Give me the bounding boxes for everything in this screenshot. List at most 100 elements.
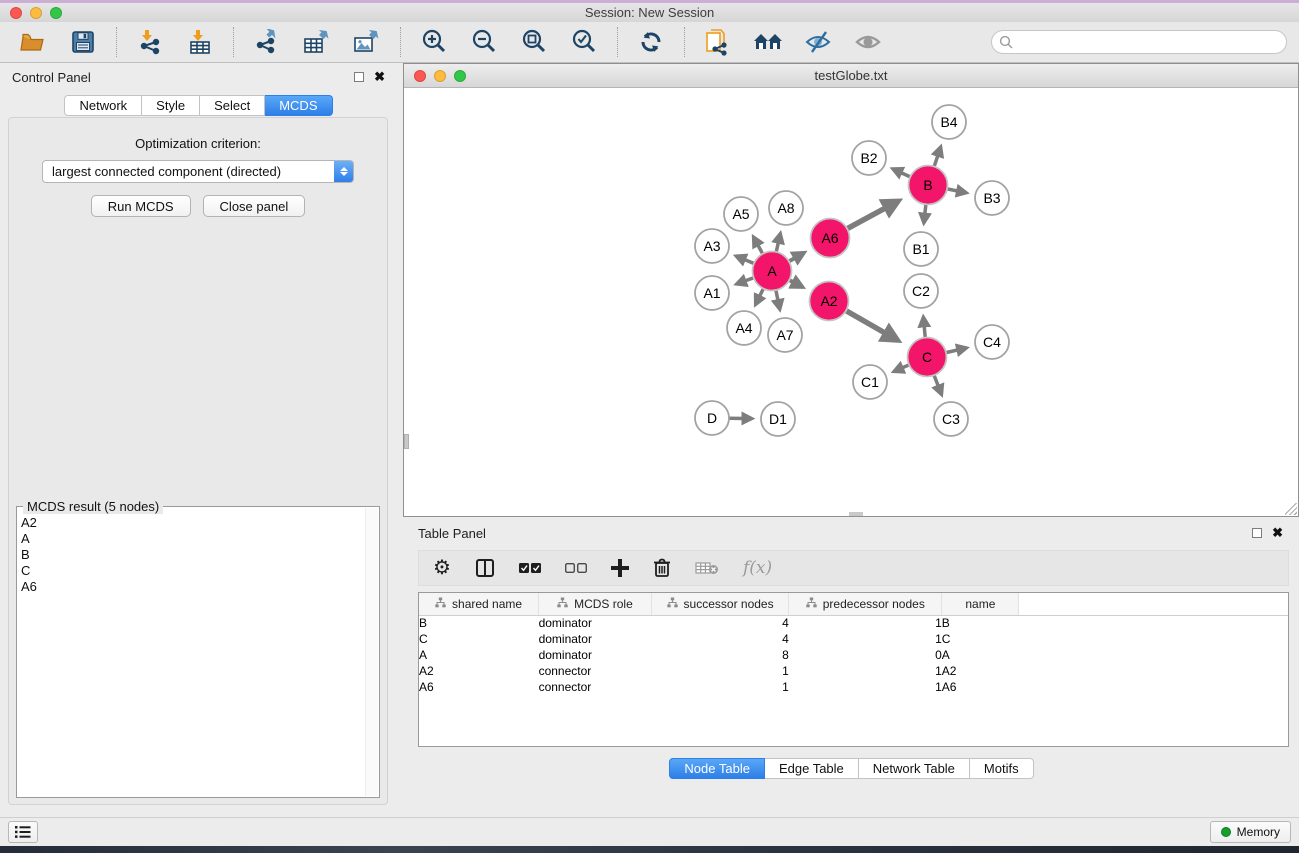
cell-successor-nodes[interactable]: 8: [651, 647, 789, 663]
node-A[interactable]: A: [753, 252, 792, 291]
node-A6[interactable]: A6: [811, 219, 850, 258]
table-settings-gear-icon[interactable]: ⚙: [433, 556, 451, 580]
float-panel-icon[interactable]: [354, 72, 364, 82]
mcds-result-item[interactable]: A: [21, 531, 365, 547]
tab-network[interactable]: Network: [64, 95, 142, 116]
column-header-MCDS-role[interactable]: MCDS role: [539, 593, 652, 615]
refresh-icon[interactable]: [636, 27, 666, 57]
node-B2[interactable]: B2: [852, 141, 886, 175]
node-A7[interactable]: A7: [768, 318, 802, 352]
cell-shared-name[interactable]: A6: [419, 679, 539, 695]
close-panel-icon[interactable]: ✖: [374, 72, 385, 82]
edge-C-C1[interactable]: [894, 365, 909, 372]
cell-MCDS-role[interactable]: dominator: [539, 647, 652, 663]
node-A4[interactable]: A4: [727, 311, 761, 345]
node-A3[interactable]: A3: [695, 229, 729, 263]
node-A5[interactable]: A5: [724, 197, 758, 231]
cell-name[interactable]: B: [942, 615, 1019, 631]
column-header-shared-name[interactable]: shared name: [419, 593, 539, 615]
cell-MCDS-role[interactable]: connector: [539, 679, 652, 695]
node-B4[interactable]: B4: [932, 105, 966, 139]
open-file-icon[interactable]: [18, 27, 48, 57]
import-network-icon[interactable]: [135, 27, 165, 57]
cell-shared-name[interactable]: B: [419, 615, 539, 631]
edge-A-A3[interactable]: [736, 256, 754, 263]
cell-predecessor-nodes[interactable]: 1: [789, 663, 942, 679]
add-column-icon[interactable]: [611, 556, 629, 580]
memory-button[interactable]: Memory: [1210, 821, 1291, 843]
cell-name[interactable]: A6: [942, 679, 1019, 695]
hide-selected-icon[interactable]: [803, 27, 833, 57]
search-field[interactable]: [991, 30, 1287, 54]
cell-successor-nodes[interactable]: 1: [651, 679, 789, 695]
export-image-icon[interactable]: [352, 27, 382, 57]
table-row[interactable]: Cdominator41C: [419, 631, 1288, 647]
show-all-icon[interactable]: [853, 27, 883, 57]
close-panel-button[interactable]: Close panel: [203, 195, 306, 217]
node-C[interactable]: C: [908, 338, 947, 377]
mcds-list-scrollbar[interactable]: [365, 508, 378, 796]
edge-A-A5[interactable]: [753, 237, 762, 254]
cell-name[interactable]: C: [942, 631, 1019, 647]
network-from-file-icon[interactable]: [703, 27, 733, 57]
horizontal-scroll-thumb[interactable]: [849, 512, 863, 516]
cell-MCDS-role[interactable]: dominator: [539, 631, 652, 647]
cell-MCDS-role[interactable]: connector: [539, 663, 652, 679]
tab-style[interactable]: Style: [142, 95, 200, 116]
node-D1[interactable]: D1: [761, 402, 795, 436]
zoom-selected-icon[interactable]: [569, 27, 599, 57]
node-C3[interactable]: C3: [934, 402, 968, 436]
cell-predecessor-nodes[interactable]: 1: [789, 615, 942, 631]
zoom-out-icon[interactable]: [469, 27, 499, 57]
tab-node-table[interactable]: Node Table: [669, 758, 765, 779]
edge-A-A7[interactable]: [776, 290, 780, 309]
table-row[interactable]: A2connector11A2: [419, 663, 1288, 679]
mcds-result-item[interactable]: B: [21, 547, 365, 563]
select-all-icon[interactable]: [519, 556, 541, 580]
edge-C-C4[interactable]: [946, 348, 967, 353]
criterion-dropdown[interactable]: largest connected component (directed): [42, 160, 354, 183]
edge-B-B3[interactable]: [947, 189, 966, 193]
node-C4[interactable]: C4: [975, 325, 1009, 359]
edge-C-C2[interactable]: [923, 317, 925, 338]
cell-name[interactable]: A: [942, 647, 1019, 663]
cell-successor-nodes[interactable]: 4: [651, 615, 789, 631]
cell-shared-name[interactable]: A2: [419, 663, 539, 679]
function-builder-icon[interactable]: f(x): [743, 556, 772, 580]
cell-name[interactable]: A2: [942, 663, 1019, 679]
table-row[interactable]: Bdominator41B: [419, 615, 1288, 631]
column-header-predecessor-nodes[interactable]: predecessor nodes: [789, 593, 942, 615]
resize-grip[interactable]: [1285, 503, 1297, 515]
home-layout-icon[interactable]: [753, 27, 783, 57]
task-history-button[interactable]: [8, 821, 38, 843]
vertical-scroll-thumb[interactable]: [404, 434, 409, 449]
tab-edge-table[interactable]: Edge Table: [765, 758, 859, 779]
delete-column-trash-icon[interactable]: [653, 556, 671, 580]
mcds-result-list[interactable]: A2ABCA6: [21, 515, 365, 795]
edge-A-A1[interactable]: [737, 278, 754, 284]
mcds-result-item[interactable]: C: [21, 563, 365, 579]
node-B1[interactable]: B1: [904, 232, 938, 266]
tab-motifs[interactable]: Motifs: [970, 758, 1034, 779]
edge-C-C3[interactable]: [934, 375, 942, 394]
cell-predecessor-nodes[interactable]: 1: [789, 679, 942, 695]
edge-A-A8[interactable]: [776, 233, 780, 251]
import-table-icon[interactable]: [185, 27, 215, 57]
column-header-name[interactable]: name: [942, 593, 1019, 615]
table-row[interactable]: A6connector11A6: [419, 679, 1288, 695]
cell-shared-name[interactable]: A: [419, 647, 539, 663]
network-canvas[interactable]: AA1A2A3A4A5A6A7A8BB1B2B3B4CC1C2C3C4DD1: [404, 89, 1298, 516]
search-input[interactable]: [1018, 32, 1286, 52]
network-window-titlebar[interactable]: testGlobe.txt: [404, 64, 1298, 88]
mcds-result-item[interactable]: A2: [21, 515, 365, 531]
main-titlebar[interactable]: Session: New Session: [0, 3, 1299, 22]
cell-predecessor-nodes[interactable]: 0: [789, 647, 942, 663]
edge-B-B1[interactable]: [924, 204, 926, 223]
edge-B-B4[interactable]: [934, 147, 941, 167]
edge-A6-B[interactable]: [847, 201, 898, 229]
zoom-in-icon[interactable]: [419, 27, 449, 57]
save-session-icon[interactable]: [68, 27, 98, 57]
node-D[interactable]: D: [695, 401, 729, 435]
export-network-icon[interactable]: [252, 27, 282, 57]
cell-successor-nodes[interactable]: 4: [651, 631, 789, 647]
